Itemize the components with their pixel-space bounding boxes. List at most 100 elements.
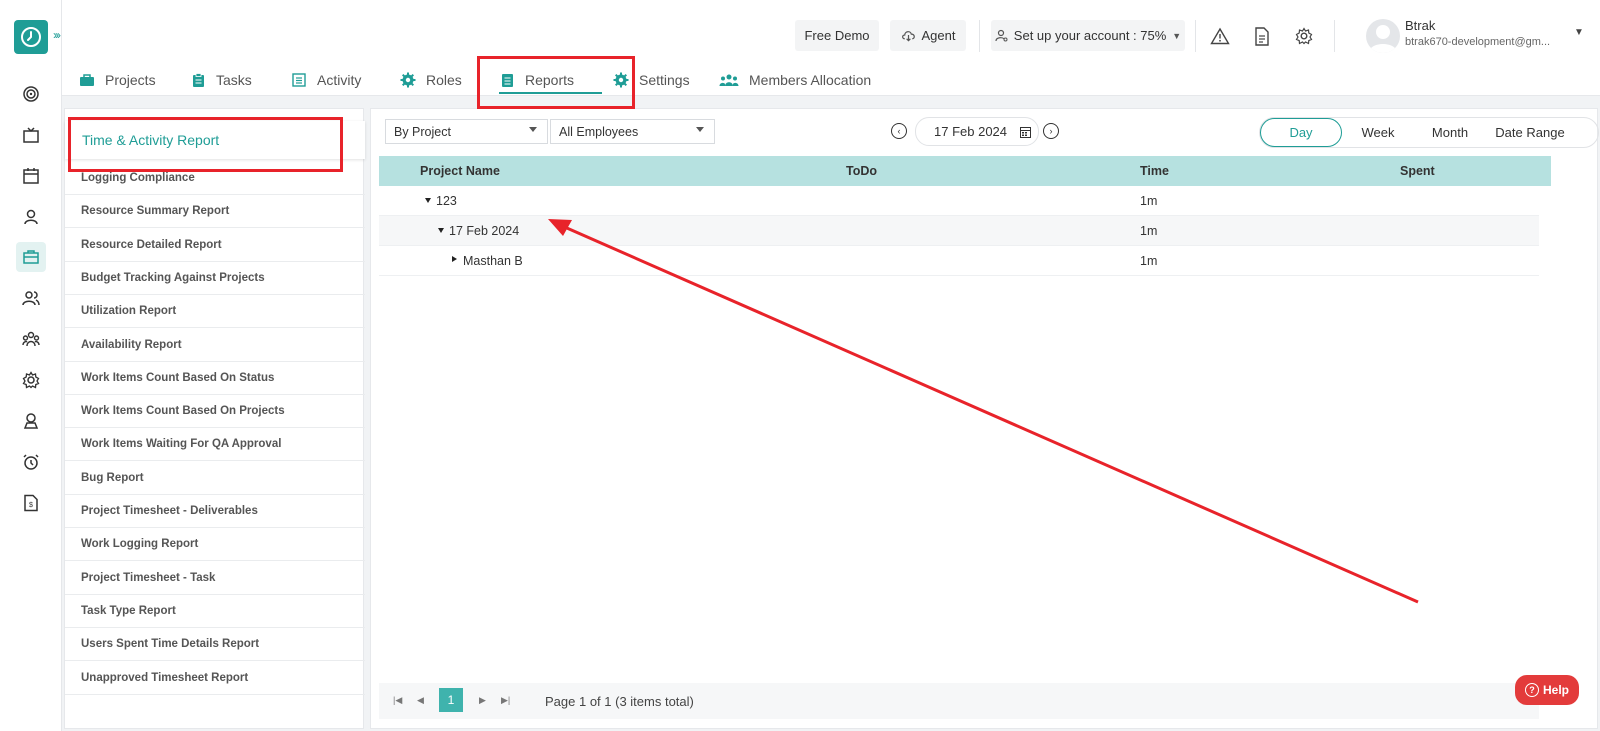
chevron-down-icon [529, 127, 537, 132]
column-project-name[interactable]: Project Name [420, 164, 500, 178]
pager: |◀ ◀ 1 ▶ ▶| Page 1 of 1 (3 items total) [379, 683, 1539, 719]
user-name: Btrak [1405, 18, 1436, 33]
warning-icon[interactable] [1208, 24, 1232, 48]
calendar-icon[interactable] [16, 161, 46, 191]
app-logo[interactable] [14, 20, 48, 54]
expand-icon[interactable] [452, 256, 457, 262]
setup-label: Set up your account : 75% [1013, 28, 1167, 43]
report-item-label: Work Items Waiting For QA Approval [81, 438, 282, 451]
tab-roles[interactable]: Roles [400, 68, 462, 92]
free-demo-label: Free Demo [804, 28, 870, 43]
team-icon[interactable] [16, 324, 46, 354]
report-item-label: Unapproved Timesheet Report [81, 671, 249, 684]
next-page-icon[interactable]: ▶ [479, 695, 486, 706]
employees-select[interactable]: All Employees [550, 119, 715, 144]
row-time: 1m [1140, 194, 1158, 208]
gear-icon[interactable] [1292, 24, 1316, 48]
briefcase-icon [79, 72, 95, 88]
period-week[interactable]: Week [1344, 118, 1412, 147]
help-label: Help [1542, 683, 1569, 697]
next-date-button[interactable]: › [1043, 123, 1059, 139]
report-item-label: Resource Summary Report [81, 205, 230, 218]
report-list-item[interactable]: Work Logging Report [65, 528, 365, 562]
table-row[interactable]: 17 Feb 2024 1m [379, 216, 1539, 246]
report-list-panel: Time & Activity Report Logging Complianc… [64, 108, 365, 729]
column-spent[interactable]: Spent [1400, 164, 1435, 178]
tab-label: Settings [639, 72, 690, 88]
report-list-item[interactable]: Availability Report [65, 329, 365, 362]
report-list-item[interactable]: Resource Detailed Report [65, 229, 365, 262]
report-list-item[interactable]: Bug Report [65, 462, 365, 495]
report-item-label: Bug Report [81, 471, 144, 484]
period-toggle: Day Week Month Date Range [1259, 117, 1599, 148]
divider [1195, 20, 1196, 52]
period-date-range[interactable]: Date Range [1488, 118, 1572, 147]
report-list-item[interactable]: Task Type Report [65, 595, 365, 628]
report-list-item[interactable]: Project Timesheet - Deliverables [65, 495, 365, 528]
report-list-item[interactable]: Users Spent Time Details Report [65, 628, 365, 662]
document-icon[interactable] [1250, 24, 1274, 48]
clock-logo-icon [21, 27, 41, 47]
report-item-label: Users Spent Time Details Report [81, 638, 260, 651]
avatar[interactable] [1366, 19, 1400, 53]
tab-label: Members Allocation [749, 72, 872, 88]
previous-page-icon[interactable]: ◀ [417, 695, 424, 706]
report-list-item[interactable]: Resource Summary Report [65, 195, 365, 229]
group-by-select[interactable]: By Project [385, 119, 548, 144]
report-item-label: Work Items Count Based On Projects [81, 405, 285, 418]
tab-projects[interactable]: Projects [79, 68, 156, 92]
row-label: 123 [436, 194, 457, 208]
report-list-item[interactable]: Work Items Count Based On Status [65, 362, 365, 395]
report-list-item[interactable]: Project Timesheet - Task [65, 562, 365, 595]
badge-user-icon[interactable] [16, 406, 46, 436]
tab-label: Activity [317, 72, 362, 88]
free-demo-button[interactable]: Free Demo [795, 20, 879, 51]
tab-activity[interactable]: Activity [291, 68, 361, 92]
settings-icon[interactable] [16, 365, 46, 395]
period-label: Week [1361, 125, 1395, 140]
collapse-icon[interactable] [438, 228, 444, 233]
user-icon[interactable] [16, 202, 46, 232]
report-list-item[interactable]: Utilization Report [65, 295, 365, 329]
expand-sidebar-icon[interactable]: ››› [53, 28, 61, 42]
page-number-button[interactable]: 1 [439, 688, 463, 712]
date-picker[interactable]: 17 Feb 2024 [915, 117, 1039, 146]
period-label: Month [1431, 125, 1469, 140]
invoice-icon[interactable]: $ [16, 488, 46, 518]
report-list-item[interactable]: Work Items Count Based On Projects [65, 395, 365, 429]
calendar-icon[interactable] [1020, 126, 1031, 138]
period-month[interactable]: Month [1416, 118, 1484, 147]
report-content-panel: By Project All Employees ‹ 17 Feb 2024 ›… [370, 108, 1599, 729]
chevron-right-icon: › [1049, 126, 1053, 136]
report-list-item[interactable]: Unapproved Timesheet Report [65, 662, 365, 695]
first-page-icon[interactable]: |◀ [393, 695, 402, 706]
user-menu-chevron-icon[interactable]: ▼ [1574, 27, 1584, 38]
setup-account-button[interactable]: Set up your account : 75% ▼ [991, 20, 1185, 51]
collapse-icon[interactable] [425, 198, 431, 203]
column-todo[interactable]: ToDo [846, 164, 877, 178]
report-item-label: Project Timesheet - Deliverables [81, 505, 258, 517]
tab-tasks[interactable]: Tasks [190, 68, 252, 92]
column-time[interactable]: Time [1140, 164, 1169, 178]
tab-members-allocation[interactable]: Members Allocation [719, 68, 871, 92]
tv-icon[interactable] [16, 120, 46, 150]
report-item-label: Resource Detailed Report [81, 238, 222, 251]
question-icon: ? [1524, 683, 1539, 697]
briefcase-icon[interactable] [16, 242, 46, 272]
period-day[interactable]: Day [1260, 118, 1342, 147]
report-list-item[interactable]: Work Items Waiting For QA Approval [65, 428, 365, 462]
users-icon[interactable] [16, 283, 46, 313]
tab-label: Projects [105, 72, 156, 88]
row-time: 1m [1140, 224, 1158, 238]
row-label: Masthan B [463, 254, 523, 268]
previous-date-button[interactable]: ‹ [891, 123, 907, 139]
target-icon[interactable] [16, 79, 46, 109]
alarm-clock-icon[interactable] [16, 447, 46, 477]
table-row[interactable]: Masthan B 1m [379, 246, 1539, 276]
page-info: Page 1 of 1 (3 items total) [545, 694, 694, 709]
last-page-icon[interactable]: ▶| [501, 695, 510, 706]
table-row[interactable]: 123 1m [379, 186, 1539, 216]
report-list-item[interactable]: Budget Tracking Against Projects [65, 262, 365, 295]
help-button[interactable]: ? Help [1515, 675, 1579, 705]
agent-button[interactable]: Agent [890, 20, 966, 51]
